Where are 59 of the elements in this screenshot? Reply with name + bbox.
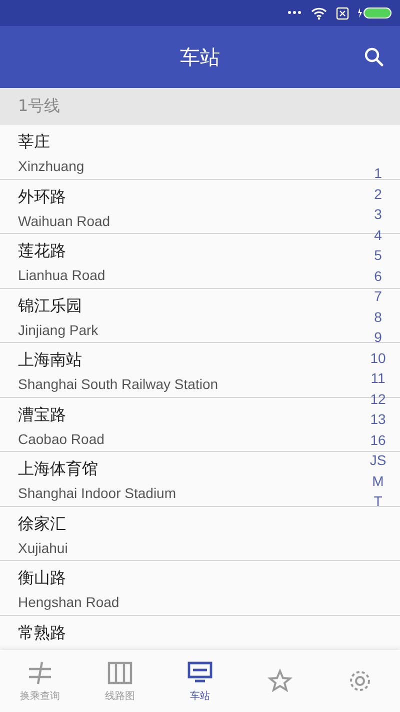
station-item[interactable]: 上海南站 Shanghai South Railway Station [0, 343, 362, 396]
index-letter[interactable]: 11 [370, 368, 386, 388]
station-pinyin: Waihuan Road [18, 212, 110, 230]
index-letter[interactable]: 2 [374, 184, 382, 204]
index-letter[interactable]: 16 [370, 430, 386, 450]
station-name: 外环路 [18, 186, 66, 208]
station-item[interactable]: 莲花路 Lianhua Road [0, 234, 362, 288]
transfer-icon [26, 660, 54, 686]
station-pinyin: Jinjiang Park [18, 320, 98, 340]
station-item[interactable]: 漕宝路 Caobao Road [0, 398, 362, 451]
station-name: 上海南站 [18, 349, 82, 371]
station-name: 莘庄 [18, 131, 50, 153]
index-letter[interactable]: JS [370, 450, 386, 470]
index-letter[interactable]: 10 [370, 348, 386, 368]
station-pinyin: Xujiahui [18, 538, 68, 558]
station-name: 常熟路 [18, 622, 66, 644]
index-letter[interactable]: 8 [374, 306, 382, 327]
station-name: 衡山路 [18, 567, 66, 589]
battery-icon [358, 7, 392, 19]
map-icon [106, 660, 134, 686]
index-letter[interactable]: T [374, 491, 382, 512]
index-letter[interactable]: 5 [374, 245, 382, 266]
station-pinyin: Shanghai South Railway Station [18, 375, 218, 394]
station-name: 莲花路 [18, 240, 66, 262]
index-letter[interactable]: 4 [374, 224, 382, 245]
station-name: 漕宝路 [18, 404, 66, 426]
search-button[interactable] [362, 45, 386, 69]
station-item[interactable]: 莘庄 Xinzhuang [0, 125, 362, 178]
screen-title: 车站 [180, 44, 220, 70]
index-letter[interactable]: M [372, 470, 384, 491]
index-letter[interactable]: 12 [370, 388, 386, 409]
star-icon [266, 668, 294, 694]
station-pinyin: Hengshan Road [18, 593, 120, 612]
index-letter[interactable]: 3 [374, 204, 382, 224]
station-pinyin: Shanghai Indoor Stadium [18, 484, 176, 503]
station-name: 锦江乐园 [18, 294, 82, 316]
section-header: 1号线 [0, 88, 400, 125]
station-pinyin: Xinzhuang [18, 157, 84, 176]
wifi-icon [311, 6, 327, 20]
nav-tab[interactable]: 车站 [160, 650, 240, 712]
index-letter[interactable]: 9 [374, 327, 382, 348]
index-letter[interactable]: 1 [374, 163, 382, 184]
index-letter[interactable]: 7 [374, 286, 382, 306]
station-name: 徐家汇 [18, 512, 66, 534]
nav-tab[interactable]: 换乘查询 [0, 650, 80, 712]
station-item[interactable]: 上海体育馆 Shanghai Indoor Stadium [0, 452, 362, 506]
nav-tab[interactable]: 线路图 [80, 650, 160, 712]
index-letter[interactable]: 6 [374, 266, 382, 286]
station-item[interactable]: 锦江乐园 Jinjiang Park [0, 288, 362, 342]
index-letter[interactable]: 13 [370, 409, 386, 430]
sim-icon [336, 6, 349, 20]
station-item[interactable]: 外环路 Waihuan Road [0, 180, 362, 233]
station-item[interactable]: 衡山路 Hengshan Road [0, 561, 362, 614]
station-pinyin: Caobao Road [18, 430, 104, 448]
station-name: 上海体育馆 [18, 458, 98, 480]
station-item[interactable]: 常熟路 [0, 616, 362, 650]
station-pinyin: Lianhua Road [18, 266, 106, 285]
station-item[interactable]: 徐家汇 Xujiahui [0, 506, 362, 560]
more-icon [288, 11, 302, 15]
